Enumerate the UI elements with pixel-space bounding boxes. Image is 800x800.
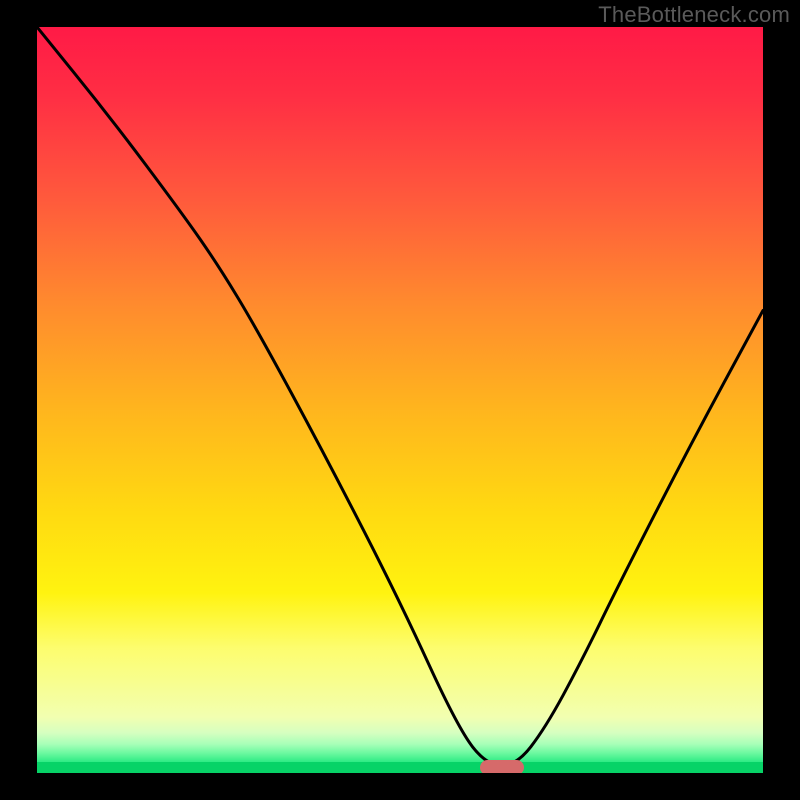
plot-area — [37, 27, 763, 773]
chart-frame: TheBottleneck.com — [0, 0, 800, 800]
bottleneck-curve — [37, 27, 763, 773]
curve-path — [37, 27, 763, 766]
watermark-text: TheBottleneck.com — [598, 2, 790, 28]
minimum-marker — [480, 760, 524, 773]
